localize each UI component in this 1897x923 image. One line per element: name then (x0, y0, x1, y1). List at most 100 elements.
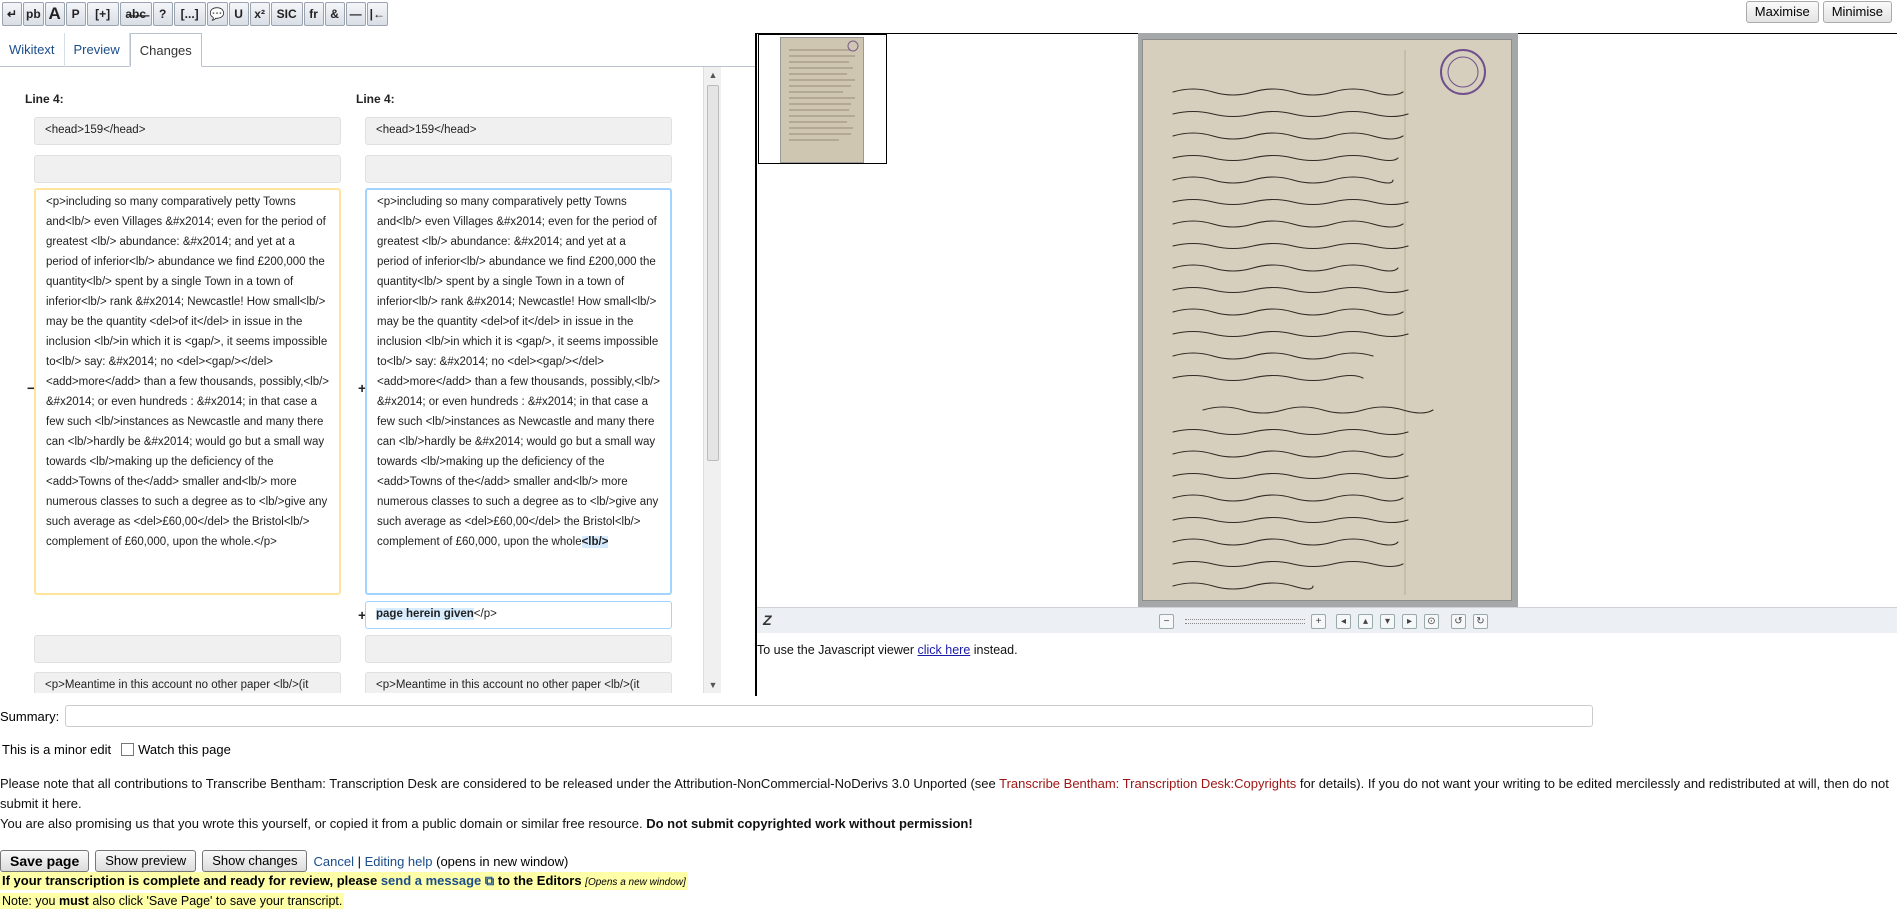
rotate-left-icon[interactable]: ↺ (1451, 614, 1466, 629)
tab-preview[interactable]: Preview (65, 33, 130, 67)
illegible-icon[interactable]: [...] (173, 2, 206, 26)
maximise-button[interactable]: Maximise (1745, 1, 1819, 23)
left-empty-line (34, 155, 341, 183)
left-head-line: <head>159</head> (34, 117, 341, 145)
copyright-notice: Please note that all contributions to Tr… (0, 774, 1895, 834)
left-paragraph-text: <p>including so many comparatively petty… (46, 196, 330, 548)
zoom-in-icon[interactable]: + (1311, 614, 1326, 629)
edit-options: This is a minor edit Watch this page (2, 742, 231, 757)
right-added-line: page herein given</p> (365, 601, 672, 629)
watch-page-label: Watch this page (138, 742, 231, 757)
scroll-up-icon[interactable]: ▲ (704, 67, 722, 83)
left-next-paragraph: <p>Meantime in this account no other pap… (34, 672, 341, 693)
pan-left-icon[interactable]: ◂ (1336, 614, 1351, 629)
margin-icon[interactable]: |← (366, 2, 388, 26)
left-paragraph-end: .</p> (250, 536, 277, 548)
review-text-2: to the Editors (494, 873, 586, 888)
zoom-toolbar: Z − + ◂ ▴ ▾ ▸ ⊙ ↺ ↻ (757, 607, 1897, 633)
note-must: must (58, 894, 89, 908)
added-line-rest: </p> (473, 608, 497, 620)
added-line-highlight: page herein given (376, 608, 474, 620)
save-note: Note: you must also click 'Save Page' to… (0, 893, 345, 909)
right-added-lb: <lb/> (581, 536, 609, 548)
review-notice: If your transcription is complete and re… (0, 872, 688, 890)
zoomify-logo-icon[interactable]: Z (763, 612, 772, 628)
link-separator: | (353, 853, 365, 869)
line-break-icon[interactable]: ↵ (2, 2, 22, 26)
left-deleted-paragraph: <p>including so many comparatively petty… (34, 188, 341, 595)
opens-window-note: [Opens a new window] (585, 877, 686, 888)
image-viewer: Z − + ◂ ▴ ▾ ▸ ⊙ ↺ ↻ To use the Javascrip… (755, 33, 1897, 696)
scrollbar-thumb[interactable] (707, 85, 719, 461)
scroll-down-icon[interactable]: ▼ (704, 677, 722, 693)
foreign-icon[interactable]: fr (303, 2, 324, 26)
right-added-paragraph: <p>including so many comparatively petty… (365, 188, 672, 595)
addition-icon[interactable]: [+] (86, 2, 119, 26)
zoom-slider[interactable] (1185, 619, 1305, 624)
pan-down-icon[interactable]: ▾ (1380, 614, 1395, 629)
viewer-note: To use the Javascript viewer click here … (757, 643, 1018, 657)
tab-changes[interactable]: Changes (129, 33, 202, 67)
review-text: If your transcription is complete and re… (2, 873, 381, 888)
cancel-link[interactable]: Cancel (313, 854, 353, 869)
summary-row: Summary: (0, 705, 1594, 727)
underline-icon[interactable]: U (228, 2, 249, 26)
external-link-icon: ⧉ (481, 873, 495, 888)
edit-toolbar: ↵ pb A P [+] a̶b̶c̶? [...] 💬 Ux² SIC fr & — |← (0, 0, 760, 28)
tab-wikitext[interactable]: Wikitext (0, 33, 65, 67)
editing-help-link[interactable]: Editing help (365, 854, 433, 869)
rotate-right-icon[interactable]: ↻ (1473, 614, 1488, 629)
notice-text-3: You are also promising us that you wrote… (0, 816, 647, 831)
note-text-1: Note: you (2, 894, 59, 908)
note-text-2: also click 'Save Page' to save your tran… (88, 894, 343, 908)
ampersand-icon[interactable]: & (324, 2, 345, 26)
save-page-button[interactable]: Save page (0, 850, 90, 872)
javascript-viewer-link[interactable]: click here (918, 643, 971, 657)
edit-links: Cancel | Editing help (opens in new wind… (313, 854, 568, 869)
right-line-header: Line 4: (356, 92, 395, 106)
notice-warning: Do not submit copyrighted work without p… (646, 816, 973, 831)
pan-up-icon[interactable]: ▴ (1358, 614, 1373, 629)
dash-icon[interactable]: — (345, 2, 366, 26)
heading-icon[interactable]: A (44, 2, 65, 26)
summary-label: Summary: (0, 708, 60, 724)
editor-tabs: Wikitext Preview Changes (0, 33, 757, 67)
page-break-icon[interactable]: pb (23, 2, 44, 26)
thumbnail-page-image (780, 37, 864, 163)
diff-scrollbar[interactable]: ▲ ▼ (703, 67, 721, 693)
summary-input[interactable] (65, 705, 1594, 727)
send-message-link[interactable]: send a message ⧉ (381, 873, 494, 888)
right-head-line: <head>159</head> (365, 117, 672, 145)
right-empty-line (365, 155, 672, 183)
note-icon[interactable]: 💬 (206, 2, 228, 26)
send-message-label: send a message (380, 873, 482, 888)
show-preview-button[interactable]: Show preview (95, 850, 197, 872)
paragraph-icon[interactable]: P (65, 2, 86, 26)
help-note: (opens in new window) (432, 853, 569, 869)
right-empty-line-2 (365, 635, 672, 663)
zoom-out-icon[interactable]: − (1159, 614, 1174, 629)
watch-page-checkbox[interactable] (121, 743, 135, 756)
manuscript-frame[interactable] (1138, 33, 1518, 607)
form-buttons: Save page Show preview Show changes Canc… (0, 850, 568, 872)
left-line-header: Line 4: (25, 92, 64, 106)
superscript-icon[interactable]: x² (249, 2, 270, 26)
reset-view-icon[interactable]: ⊙ (1424, 614, 1439, 629)
questionable-icon[interactable]: ? (152, 2, 173, 26)
show-changes-button[interactable]: Show changes (202, 850, 308, 872)
right-paragraph-text: <p>including so many comparatively petty… (377, 196, 661, 548)
minor-edit-label: This is a minor edit (2, 742, 112, 757)
diff-panel: Line 4: <head>159</head> − <p>including … (0, 67, 722, 693)
minimise-button[interactable]: Minimise (1822, 1, 1892, 23)
pan-right-icon[interactable]: ▸ (1402, 614, 1417, 629)
notice-text-1: Please note that all contributions to Tr… (0, 776, 1000, 791)
viewer-controls: Maximise Minimise (1745, 1, 1892, 23)
navigator-thumbnail[interactable] (758, 34, 887, 164)
deletion-icon[interactable]: a̶b̶c̶ (119, 2, 152, 26)
sic-icon[interactable]: SIC (270, 2, 303, 26)
copyrights-link[interactable]: Transcribe Bentham: Transcription Desk:C… (999, 776, 1296, 791)
right-next-paragraph: <p>Meantime in this account no other pap… (365, 672, 672, 693)
viewer-note-text: To use the Javascript viewer (757, 643, 918, 657)
left-empty-line-2 (34, 635, 341, 663)
manuscript-page-image (1142, 39, 1512, 601)
